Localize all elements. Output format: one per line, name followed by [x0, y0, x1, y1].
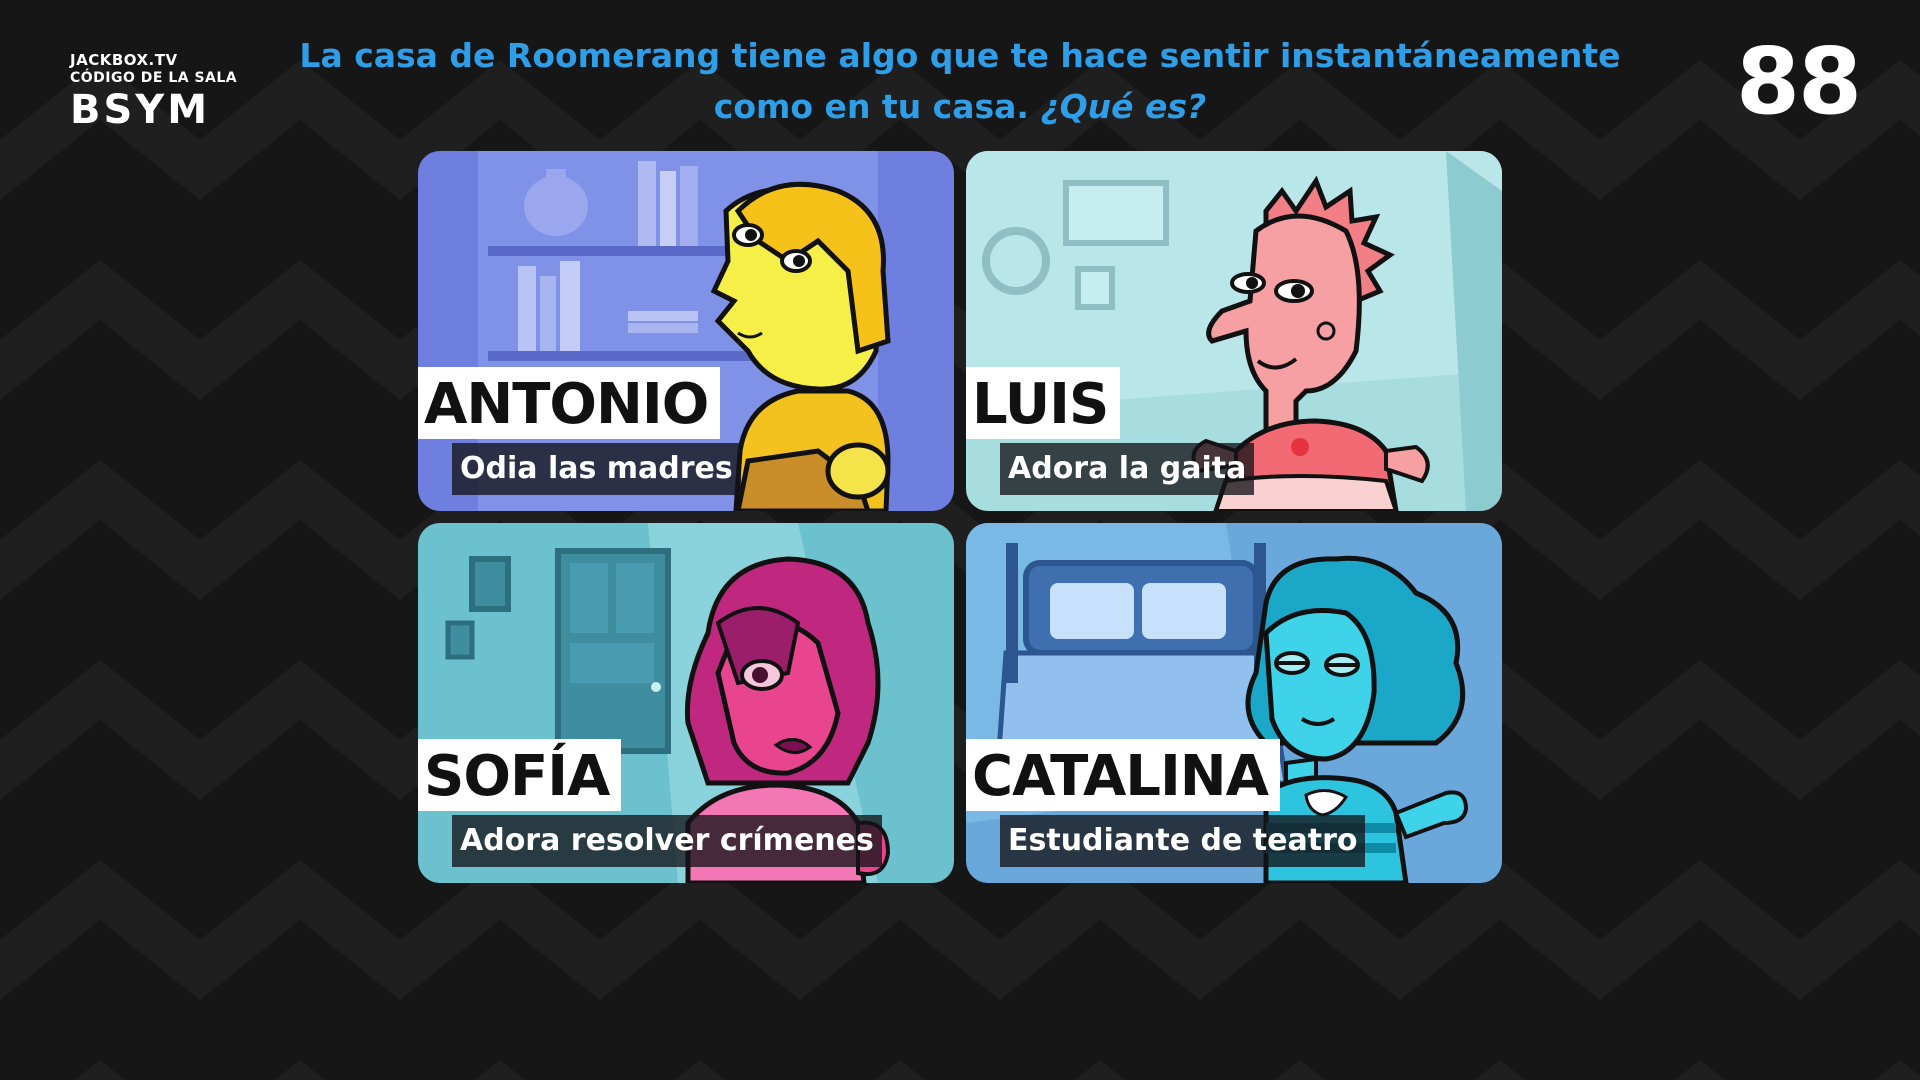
character-card-luis[interactable]: LUIS Adora la gaita [966, 151, 1502, 511]
prompt-question: ¿Qué es? [1040, 87, 1207, 126]
character-card-catalina[interactable]: CATALINA Estudiante de teatro [966, 523, 1502, 883]
character-card-sofia[interactable]: SOFÍA Adora resolver crímenes [418, 523, 954, 883]
room-info: JACKBOX.TV CÓDIGO DE LA SALA BSYM [70, 51, 238, 133]
countdown-timer: 88 [1735, 28, 1862, 135]
character-name: ANTONIO [418, 367, 721, 439]
prompt-line-2: como en tu casa. ¿Qué es? [290, 81, 1630, 132]
room-code-label: CÓDIGO DE LA SALA [70, 70, 238, 86]
character-card-antonio[interactable]: ANTONIO Odia las madres [418, 151, 954, 511]
character-grid: ANTONIO Odia las madres LUIS Adora la ga… [418, 151, 1502, 884]
character-trait: Adora la gaita [1000, 443, 1255, 495]
character-name: CATALINA [966, 739, 1281, 811]
character-name: SOFÍA [418, 739, 622, 811]
character-trait: Estudiante de teatro [1000, 815, 1366, 867]
site-name: JACKBOX.TV [70, 51, 178, 69]
character-trait: Odia las madres [452, 443, 741, 495]
character-name: LUIS [966, 367, 1121, 439]
character-trait: Adora resolver crímenes [452, 815, 882, 867]
question-prompt: La casa de Roomerang tiene algo que te h… [290, 30, 1630, 132]
room-code: BSYM [70, 87, 211, 133]
prompt-line-2-text: como en tu casa. [713, 87, 1029, 126]
prompt-line-1: La casa de Roomerang tiene algo que te h… [299, 36, 1621, 75]
